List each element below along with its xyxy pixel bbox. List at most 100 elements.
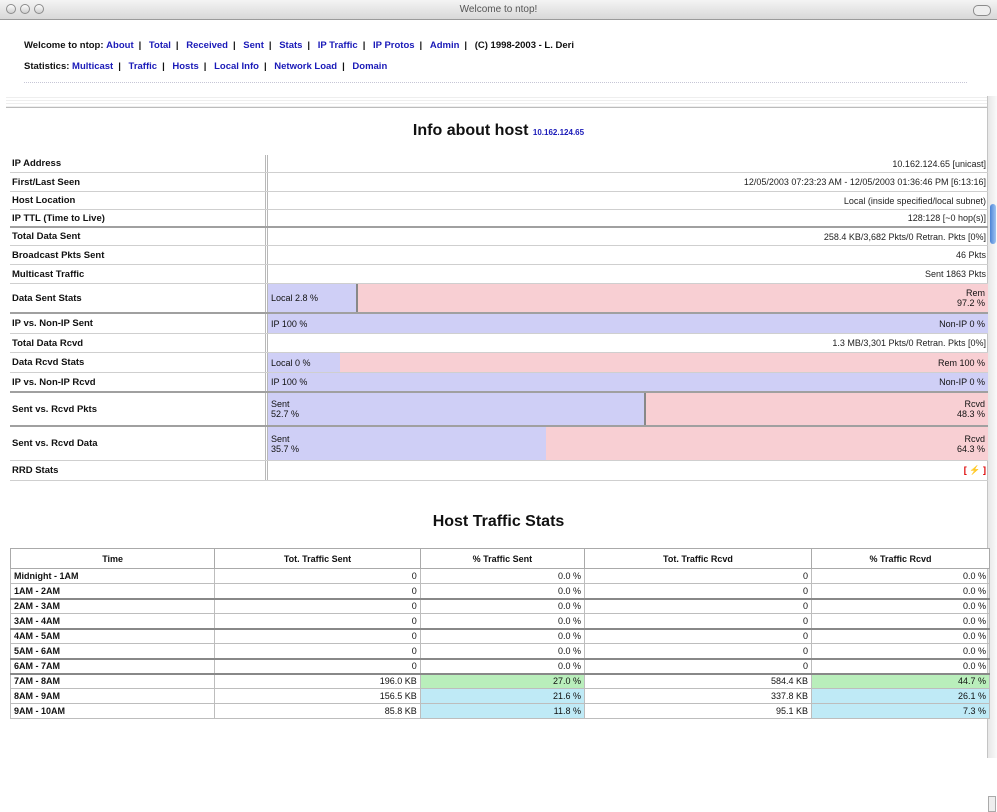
info-label: Sent vs. Rcvd Pkts <box>10 393 268 425</box>
nav-link-network-load[interactable]: Network Load <box>274 61 337 72</box>
bar-track <box>340 284 916 312</box>
info-label: Total Data Rcvd <box>10 334 268 352</box>
info-value: 10.162.124.65 [unicast] <box>892 158 986 169</box>
bar-fill <box>340 393 646 425</box>
nav-link-admin[interactable]: Admin <box>430 40 460 51</box>
info-row-total-data-sent: Total Data Sent 258.4 KB/3,682 Pkts/0 Re… <box>10 228 988 246</box>
time-cell: 3AM - 4AM <box>9 613 216 630</box>
sent-cell: 0 <box>214 598 421 614</box>
time-cell: 2AM - 3AM <box>9 598 216 614</box>
table-row: 9AM - 10AM 85.8 KB 11.8 % 95.1 KB 7.3 % <box>9 703 991 719</box>
pct-sent-cell: 0.0 % <box>419 658 585 675</box>
nav-link-ip-protos[interactable]: IP Protos <box>373 40 415 51</box>
stats-nav-intro: Statistics: <box>24 61 70 72</box>
scrollbar-thumb[interactable] <box>990 204 996 244</box>
bar-track <box>340 353 916 372</box>
table-row: 2AM - 3AM 0 0.0 % 0 0.0 % <box>9 598 991 614</box>
scroll-arrows[interactable] <box>988 796 996 812</box>
nav-link-local-info[interactable]: Local Info <box>214 61 259 72</box>
nav-link-received[interactable]: Received <box>186 40 228 51</box>
pct-sent-cell: 0.0 % <box>419 643 585 660</box>
sent-cell: 0 <box>214 583 421 600</box>
nav-link-total[interactable]: Total <box>149 40 171 51</box>
bar-right-label: Rem 97.2 % <box>916 284 988 312</box>
time-cell: 8AM - 9AM <box>9 688 216 704</box>
info-label: Sent vs. Rcvd Data <box>10 427 268 460</box>
ratio-bar: Sent 35.7 % Rcvd 64.3 % <box>268 427 988 460</box>
info-row-rrd-stats: RRD Stats [ ⚡ ] <box>10 461 988 481</box>
info-value: Local (inside specified/local subnet) <box>843 195 986 206</box>
pct-rcvd-cell: 44.7 % <box>810 673 991 689</box>
table-row: Midnight - 1AM 0 0.0 % 0 0.0 % <box>9 568 991 584</box>
rcvd-cell: 0 <box>583 613 812 630</box>
pct-rcvd-cell: 7.3 % <box>810 703 991 719</box>
pct-rcvd-cell: 0.0 % <box>810 628 991 644</box>
bar-left-label: Local 0 % <box>268 353 340 372</box>
info-row-ip-ttl: IP TTL (Time to Live) 128:128 [~0 hop(s)… <box>10 210 988 228</box>
bar-track <box>340 373 916 391</box>
nav-link-about[interactable]: About <box>106 40 133 51</box>
table-row: 5AM - 6AM 0 0.0 % 0 0.0 % <box>9 643 991 660</box>
info-value: 128:128 [~0 hop(s)] <box>907 213 986 223</box>
copyright: (C) 1998-2003 - L. Deri <box>474 40 574 51</box>
nav-divider <box>24 82 967 83</box>
rcvd-cell: 0 <box>583 643 812 660</box>
info-value: 1.3 MB/3,301 Pkts/0 Retran. Pkts [0%] <box>832 338 986 348</box>
info-label: IP vs. Non-IP Sent <box>10 314 268 333</box>
table-row: 7AM - 8AM 196.0 KB 27.0 % 584.4 KB 44.7 … <box>9 673 991 689</box>
window-titlebar: Welcome to ntop! <box>0 0 997 20</box>
bar-right-label: Rem 100 % <box>916 353 988 372</box>
rcvd-cell: 337.8 KB <box>583 688 812 704</box>
bar-fill <box>340 284 359 312</box>
bar-left-label: IP 100 % <box>268 373 340 391</box>
info-row-broadcast-pkts: Broadcast Pkts Sent 46 Pkts <box>10 246 988 265</box>
col-header-time: Time <box>9 548 216 569</box>
nav-link-stats[interactable]: Stats <box>279 40 302 51</box>
sent-cell: 0 <box>214 628 421 644</box>
rcvd-cell: 0 <box>583 568 812 584</box>
nav-link-sent[interactable]: Sent <box>243 40 264 51</box>
table-row: 8AM - 9AM 156.5 KB 21.6 % 337.8 KB 26.1 … <box>9 688 991 704</box>
sent-cell: 85.8 KB <box>214 703 421 719</box>
info-label: Data Rcvd Stats <box>10 353 268 372</box>
pct-rcvd-cell: 0.0 % <box>810 613 991 630</box>
rrd-graph-link[interactable]: [ ⚡ ] <box>268 465 988 476</box>
col-header-pct-rcvd: % Traffic Rcvd <box>810 548 991 569</box>
pct-sent-cell: 11.8 % <box>419 703 585 719</box>
col-header-tot-rcvd: Tot. Traffic Rcvd <box>583 548 812 569</box>
table-row: 6AM - 7AM 0 0.0 % 0 0.0 % <box>9 658 991 675</box>
bar-track <box>340 393 916 425</box>
info-label: Host Location <box>10 192 268 209</box>
bar-right-label: Non-IP 0 % <box>916 314 988 333</box>
nav-link-ip-traffic[interactable]: IP Traffic <box>318 40 358 51</box>
info-label: RRD Stats <box>10 461 268 480</box>
ratio-bar: IP 100 % Non-IP 0 % <box>268 373 988 391</box>
pct-rcvd-cell: 0.0 % <box>810 568 991 584</box>
bar-right-label: Non-IP 0 % <box>916 373 988 391</box>
rcvd-cell: 0 <box>583 583 812 600</box>
frame-divider <box>6 97 987 108</box>
nav-link-traffic[interactable]: Traffic <box>129 61 158 72</box>
main-nav: Welcome to ntop: About | Total | Received |… <box>24 40 574 51</box>
bar-right-label: Rcvd 64.3 % <box>916 427 988 460</box>
time-cell: 7AM - 8AM <box>9 673 216 689</box>
col-header-pct-sent: % Traffic Sent <box>419 548 585 569</box>
sent-cell: 156.5 KB <box>214 688 421 704</box>
nav-link-domain[interactable]: Domain <box>352 61 387 72</box>
nav-link-multicast[interactable]: Multicast <box>72 61 113 72</box>
nav-link-hosts[interactable]: Hosts <box>172 61 198 72</box>
bar-left-label: Sent 35.7 % <box>268 427 340 460</box>
ratio-bar: Local 2.8 % Rem 97.2 % <box>268 284 988 312</box>
sent-cell: 0 <box>214 568 421 584</box>
host-ip-link[interactable]: 10.162.124.65 <box>533 128 584 137</box>
info-label: IP vs. Non-IP Rcvd <box>10 373 268 391</box>
pct-sent-cell: 27.0 % <box>419 673 585 689</box>
sent-cell: 0 <box>214 613 421 630</box>
info-label: Data Sent Stats <box>10 284 268 312</box>
nav-intro: Welcome to ntop: <box>24 40 104 51</box>
pct-sent-cell: 0.0 % <box>419 613 585 630</box>
rcvd-cell: 0 <box>583 598 812 614</box>
sent-cell: 196.0 KB <box>214 673 421 689</box>
info-row-ip-address: IP Address 10.162.124.65 [unicast] <box>10 155 988 173</box>
toolbar-toggle-button[interactable] <box>973 5 991 16</box>
